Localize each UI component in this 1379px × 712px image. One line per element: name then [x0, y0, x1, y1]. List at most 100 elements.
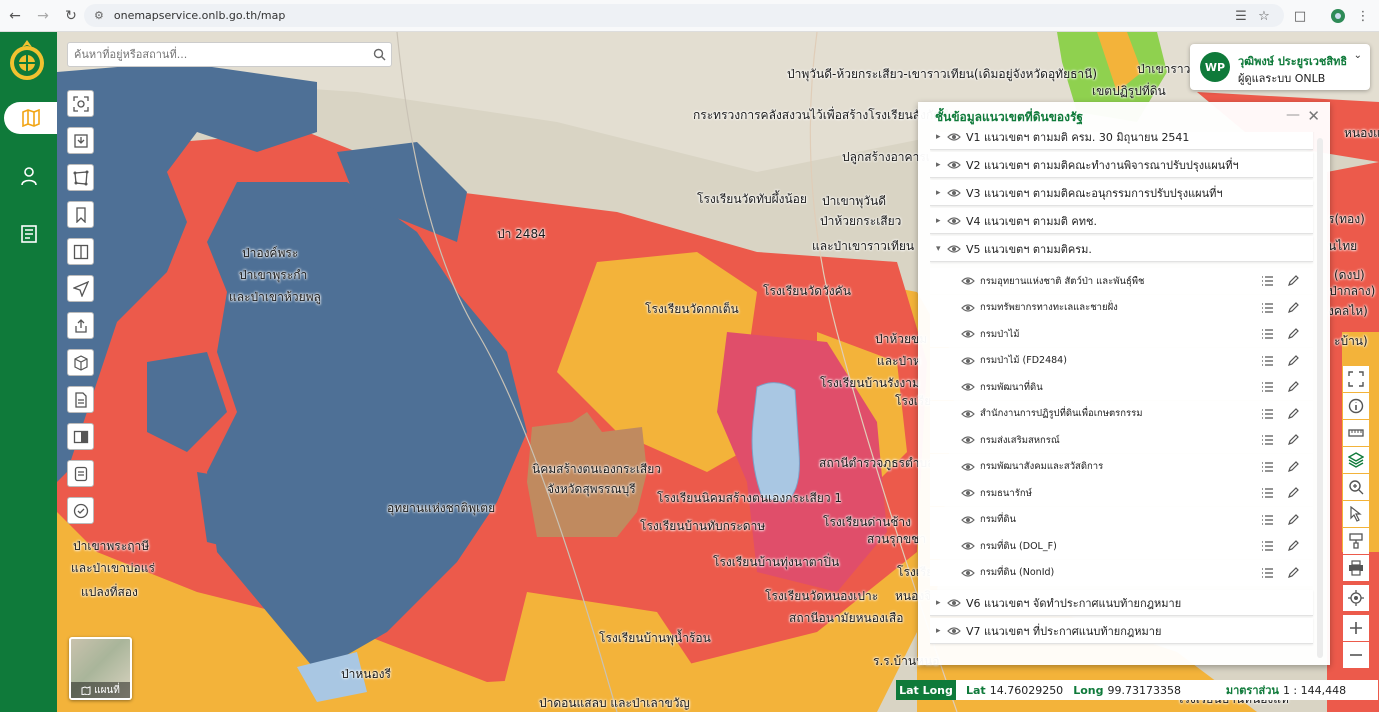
visibility-eye-icon[interactable]: [960, 329, 976, 339]
zoom-area-icon[interactable]: [67, 90, 94, 117]
sublayer-row[interactable]: กรมที่ดิน (DOL_F): [930, 533, 1313, 559]
compare-icon[interactable]: [67, 238, 94, 265]
edit-pencil-icon[interactable]: [1285, 300, 1301, 316]
sublayer-row[interactable]: กรมที่ดิน: [930, 506, 1313, 533]
legend-list-icon[interactable]: [1259, 379, 1275, 395]
visibility-eye-icon[interactable]: [946, 188, 962, 198]
expand-right-icon[interactable]: ▸: [936, 626, 946, 636]
sublayer-row[interactable]: กรมพัฒนาสังคมและสวัสดิการ: [930, 453, 1313, 480]
expand-right-icon[interactable]: ▸: [936, 132, 946, 142]
sublayer-row[interactable]: กรมป่าไม้: [930, 321, 1313, 347]
report-icon[interactable]: [67, 386, 94, 413]
user-card[interactable]: WP วุฒิพงษ์ ประยูรเวชสิทธิ ผู้ดูแลระบบ O…: [1190, 44, 1370, 90]
layer-group-row[interactable]: ▸ V4 แนวเขตฯ ตามมติ คทช.: [930, 208, 1313, 234]
panel-scrollbar[interactable]: [1317, 138, 1323, 658]
browser-menu-icon[interactable]: ⋮: [1352, 5, 1374, 27]
forward-icon[interactable]: →: [30, 3, 56, 29]
back-icon[interactable]: ←: [2, 3, 28, 29]
sublayer-row[interactable]: กรมป่าไม้ (FD2484): [930, 347, 1313, 374]
legend-list-icon[interactable]: [1259, 485, 1275, 501]
coord-mode-button[interactable]: Lat Long: [896, 680, 956, 700]
legend-list-icon[interactable]: [1259, 300, 1275, 316]
layer-group-row[interactable]: ▸ V1 แนวเขตฯ ตามมติ ครม. 30 มิถุนายน 2541: [930, 132, 1313, 150]
swipe-icon[interactable]: [67, 423, 94, 450]
import-icon[interactable]: [67, 127, 94, 154]
legend-list-icon[interactable]: [1259, 273, 1275, 289]
edit-pencil-icon[interactable]: [1285, 406, 1301, 422]
expand-right-icon[interactable]: ▸: [936, 598, 946, 608]
legend-list-icon[interactable]: [1259, 565, 1275, 581]
sublayer-row[interactable]: กรมพัฒนาที่ดิน: [930, 374, 1313, 400]
sidebar-item-user[interactable]: [0, 160, 57, 192]
bookmark-star-icon[interactable]: ☆: [1253, 5, 1275, 27]
close-icon[interactable]: ✕: [1307, 107, 1320, 125]
info-icon[interactable]: [1343, 393, 1369, 419]
edit-pencil-icon[interactable]: [1285, 485, 1301, 501]
notes-icon[interactable]: [67, 460, 94, 487]
sublayer-row[interactable]: สำนักงานการปฏิรูปที่ดินเพื่อเกษตรกรรม: [930, 400, 1313, 427]
sidebar-item-map[interactable]: [4, 102, 57, 134]
edit-pencil-icon[interactable]: [1285, 512, 1301, 528]
visibility-eye-icon[interactable]: [960, 382, 976, 392]
sublayer-row[interactable]: กรมส่งเสริมสหกรณ์: [930, 427, 1313, 453]
bookmark-icon[interactable]: [67, 201, 94, 228]
expand-right-icon[interactable]: ▸: [936, 188, 946, 198]
fullscreen-icon[interactable]: [1343, 366, 1369, 392]
extensions-icon[interactable]: □: [1289, 5, 1311, 27]
share-icon[interactable]: [67, 312, 94, 339]
visibility-eye-icon[interactable]: [946, 244, 962, 254]
layers-icon[interactable]: [1343, 447, 1369, 473]
print-icon[interactable]: [1343, 555, 1369, 581]
visibility-eye-icon[interactable]: [960, 276, 976, 286]
sublayer-row[interactable]: กรมธนารักษ์: [930, 480, 1313, 506]
edit-pencil-icon[interactable]: [1285, 353, 1301, 369]
layer-group-row[interactable]: ▸ V3 แนวเขตฯ ตามมติคณะอนุกรรมการปรับปรุงแ…: [930, 180, 1313, 206]
visibility-eye-icon[interactable]: [960, 488, 976, 498]
visibility-eye-icon[interactable]: [960, 303, 976, 313]
translate-icon[interactable]: ☰: [1230, 5, 1252, 27]
expand-right-icon[interactable]: ▸: [936, 160, 946, 170]
legend-list-icon[interactable]: [1259, 512, 1275, 528]
legend-list-icon[interactable]: [1259, 432, 1275, 448]
ruler-icon[interactable]: [1343, 420, 1369, 446]
legend-list-icon[interactable]: [1259, 326, 1275, 342]
zoom-in-icon[interactable]: [1343, 615, 1369, 641]
map-canvas[interactable]: ป่าเขาราวเทียน ป่าพุวันดี-ห้วยกระเสียว-เข…: [57, 32, 1379, 712]
edit-pencil-icon[interactable]: [1285, 273, 1301, 289]
layer-group-row[interactable]: ▸ V2 แนวเขตฯ ตามมติคณะทำงานพิจารณาปรับปรุ…: [930, 152, 1313, 178]
draw-polygon-icon[interactable]: [67, 164, 94, 191]
sublayer-row[interactable]: กรมอุทยานแห่งชาติ สัตว์ป่า และพันธุ์พืช: [930, 268, 1313, 294]
visibility-eye-icon[interactable]: [946, 216, 962, 226]
search-input[interactable]: [68, 43, 367, 66]
layer-group-row[interactable]: ▸ V7 แนวเขตฯ ที่ประกาศแนบท้ายกฎหมาย: [930, 618, 1313, 644]
edit-pencil-icon[interactable]: [1285, 326, 1301, 342]
visibility-eye-icon[interactable]: [960, 462, 976, 472]
legend-list-icon[interactable]: [1259, 353, 1275, 369]
visibility-eye-icon[interactable]: [960, 515, 976, 525]
legend-list-icon[interactable]: [1259, 538, 1275, 554]
edit-pencil-icon[interactable]: [1285, 538, 1301, 554]
visibility-eye-icon[interactable]: [960, 435, 976, 445]
visibility-eye-icon[interactable]: [946, 626, 962, 636]
navigate-icon[interactable]: [67, 275, 94, 302]
check-icon[interactable]: [67, 497, 94, 524]
edit-pencil-icon[interactable]: [1285, 565, 1301, 581]
3d-box-icon[interactable]: [67, 349, 94, 376]
search-icon[interactable]: [367, 48, 391, 61]
visibility-eye-icon[interactable]: [960, 409, 976, 419]
profile-icon[interactable]: [1327, 5, 1349, 27]
sublayer-row[interactable]: กรมที่ดิน (NonId): [930, 559, 1313, 586]
layer-group-row[interactable]: ▾ V5 แนวเขตฯ ตามมติครม.: [930, 236, 1313, 262]
basemap-switcher[interactable]: แผนที่: [69, 637, 132, 700]
sublayer-row[interactable]: กรมทรัพยากรทางทะเลและชายฝั่ง: [930, 294, 1313, 321]
edit-pencil-icon[interactable]: [1285, 379, 1301, 395]
identify-icon[interactable]: [1343, 501, 1369, 527]
address-bar[interactable]: ⚙ onemapservice.onlb.go.th/map: [84, 4, 1284, 27]
visibility-eye-icon[interactable]: [960, 356, 976, 366]
visibility-eye-icon[interactable]: [946, 132, 962, 142]
site-info-icon[interactable]: ⚙: [94, 9, 104, 22]
chevron-down-icon[interactable]: ⌄: [1354, 50, 1362, 61]
reload-icon[interactable]: ↻: [58, 3, 84, 29]
edit-pencil-icon[interactable]: [1285, 459, 1301, 475]
visibility-eye-icon[interactable]: [960, 568, 976, 578]
